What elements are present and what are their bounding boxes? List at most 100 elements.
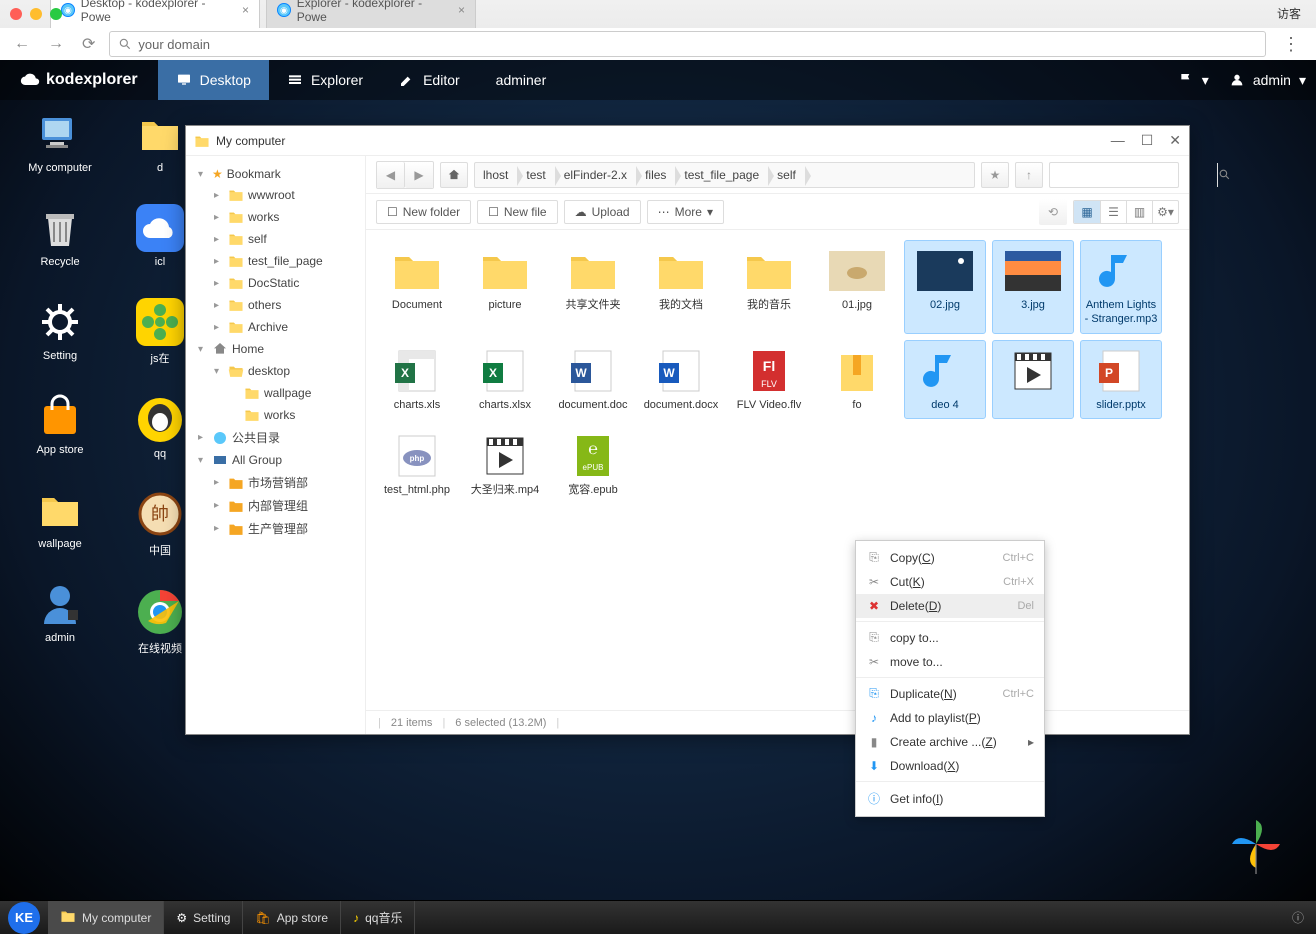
nav-back[interactable]: ◀ <box>377 162 405 188</box>
more-button[interactable]: ⋯ More ▾ <box>647 200 724 224</box>
ctx-cut[interactable]: ✂Cut(K)Ctrl+X <box>856 570 1044 594</box>
file-item[interactable]: 02.jpg <box>904 240 986 334</box>
desktop-icon-bag[interactable]: App store <box>20 392 100 456</box>
file-item[interactable]: 3.jpg <box>992 240 1074 334</box>
tree-public[interactable]: ▸公共目录 <box>186 426 365 449</box>
breadcrumb-item[interactable]: test <box>518 163 555 187</box>
search-button[interactable] <box>1217 163 1231 187</box>
file-item[interactable]: Pslider.pptx <box>1080 340 1162 420</box>
desktop-icon-recycle[interactable]: Recycle <box>20 204 100 268</box>
breadcrumb-item[interactable]: test_file_page <box>676 163 769 187</box>
ctx-playlist[interactable]: ♪Add to playlist(P) <box>856 706 1044 730</box>
tree-item[interactable]: ▸Archive <box>186 316 365 338</box>
file-item[interactable]: Document <box>376 240 458 334</box>
file-item[interactable]: Wdocument.docx <box>640 340 722 420</box>
close-tab-icon[interactable]: × <box>458 3 465 17</box>
nav-home[interactable] <box>440 162 468 188</box>
guest-label[interactable]: 访客 <box>1277 5 1301 22</box>
view-columns[interactable]: ▥ <box>1126 201 1152 223</box>
window-titlebar[interactable]: My computer — ☐ ✕ <box>186 126 1189 156</box>
tree-item[interactable]: ▸test_file_page <box>186 250 365 272</box>
back-button[interactable]: ← <box>10 35 34 53</box>
menu-explorer[interactable]: Explorer <box>269 60 381 100</box>
user-menu[interactable]: admin ▾ <box>1219 72 1316 89</box>
nav-forward[interactable]: ▶ <box>405 162 433 188</box>
tree-home[interactable]: ▾Home <box>186 338 365 360</box>
app-brand[interactable]: kodexplorer <box>0 70 158 90</box>
new-file-button[interactable]: ☐ New file <box>477 200 557 224</box>
tree-item[interactable]: wallpage <box>186 382 365 404</box>
browser-menu-button[interactable]: ⋮ <box>1276 34 1306 55</box>
menu-adminer[interactable]: adminer <box>478 60 565 100</box>
file-item[interactable]: FlFLVFLV Video.flv <box>728 340 810 420</box>
file-item[interactable]: picture <box>464 240 546 334</box>
close-window[interactable] <box>10 8 22 20</box>
tree-item[interactable]: ▸内部管理组 <box>186 494 365 517</box>
file-item[interactable]: 共享文件夹 <box>552 240 634 334</box>
file-item[interactable]: 大圣归来.mp4 <box>464 425 546 505</box>
close-button[interactable]: ✕ <box>1169 132 1181 149</box>
taskbar-item[interactable]: ⚙Setting <box>164 901 243 934</box>
tree-item[interactable]: works <box>186 404 365 426</box>
file-item[interactable]: 01.jpg <box>816 240 898 334</box>
tree-item[interactable]: ▸others <box>186 294 365 316</box>
view-icons[interactable]: ▦ <box>1074 201 1100 223</box>
new-folder-button[interactable]: ☐ New folder <box>376 200 471 224</box>
file-item[interactable]: 我的文档 <box>640 240 722 334</box>
tree-item[interactable]: ▸self <box>186 228 365 250</box>
search-input[interactable] <box>1050 168 1217 182</box>
ctx-copy[interactable]: ⎘Copy(C)Ctrl+C <box>856 545 1044 570</box>
ctx-info[interactable]: ⓘGet info(I) <box>856 785 1044 812</box>
ctx-duplicate[interactable]: ⎘Duplicate(N)Ctrl+C <box>856 681 1044 706</box>
desktop-icon-computer[interactable]: My computer <box>20 110 100 174</box>
refresh-button[interactable]: ⟲ <box>1039 199 1067 225</box>
browser-tab-active[interactable]: ◉Desktop - kodexplorer - Powe× <box>50 0 260 28</box>
menu-editor[interactable]: Editor <box>381 60 478 100</box>
ctx-download[interactable]: ⬇Download(X) <box>856 754 1044 778</box>
desktop-icon-gear[interactable]: Setting <box>20 298 100 362</box>
file-item[interactable] <box>992 340 1074 420</box>
desktop-icon-folder[interactable]: wallpage <box>20 486 100 550</box>
breadcrumb-item[interactable]: self <box>769 163 806 187</box>
reload-button[interactable]: ⟳ <box>78 34 99 54</box>
tree-desktop[interactable]: ▾desktop <box>186 360 365 382</box>
file-item[interactable]: Xcharts.xls <box>376 340 458 420</box>
file-item[interactable]: deo 4 <box>904 340 986 420</box>
tree-allgroup[interactable]: ▾All Group <box>186 449 365 471</box>
pinwheel-icon[interactable] <box>1226 814 1286 874</box>
tree-item[interactable]: ▸works <box>186 206 365 228</box>
file-item[interactable]: Wdocument.doc <box>552 340 634 420</box>
ctx-archive[interactable]: ▮Create archive ...(Z)▸ <box>856 730 1044 754</box>
forward-button[interactable]: → <box>44 35 68 53</box>
start-button[interactable]: KE <box>8 902 40 934</box>
browser-tab[interactable]: ◉Explorer - kodexplorer - Powe× <box>266 0 476 28</box>
nav-up[interactable]: ↑ <box>1015 162 1043 188</box>
address-bar[interactable]: your domain <box>109 31 1266 57</box>
ctx-delete[interactable]: ✖Delete(D)Del <box>856 594 1044 618</box>
breadcrumb-item[interactable]: lhost <box>475 163 518 187</box>
close-tab-icon[interactable]: × <box>242 3 249 17</box>
minimize-window[interactable] <box>30 8 42 20</box>
file-item[interactable]: fo <box>816 340 898 420</box>
file-item[interactable]: phptest_html.php <box>376 425 458 505</box>
taskbar-item[interactable]: 🛍App store <box>243 901 341 934</box>
tree-item[interactable]: ▸生产管理部 <box>186 517 365 540</box>
file-item[interactable]: Xcharts.xlsx <box>464 340 546 420</box>
view-settings[interactable]: ⚙▾ <box>1152 201 1178 223</box>
nav-star[interactable]: ★ <box>981 162 1009 188</box>
tree-item[interactable]: ▸wwwroot <box>186 184 365 206</box>
taskbar-item[interactable]: ♪qq音乐 <box>341 901 415 934</box>
minimize-button[interactable]: — <box>1111 132 1125 149</box>
flag-menu[interactable]: ▾ <box>1168 72 1219 89</box>
file-item[interactable]: ℮ePUB宽容.epub <box>552 425 634 505</box>
search-box[interactable] <box>1049 162 1179 188</box>
maximize-window[interactable] <box>50 8 62 20</box>
breadcrumb-item[interactable]: elFinder-2.x <box>556 163 637 187</box>
maximize-button[interactable]: ☐ <box>1141 132 1154 149</box>
ctx-copy[interactable]: ⎘copy to... <box>856 625 1044 650</box>
menu-desktop[interactable]: Desktop <box>158 60 269 100</box>
view-list[interactable]: ☰ <box>1100 201 1126 223</box>
taskbar-item[interactable]: My computer <box>48 901 164 934</box>
file-grid[interactable]: Documentpicture共享文件夹我的文档我的音乐01.jpg02.jpg… <box>366 230 1189 710</box>
breadcrumb-item[interactable]: files <box>637 163 676 187</box>
